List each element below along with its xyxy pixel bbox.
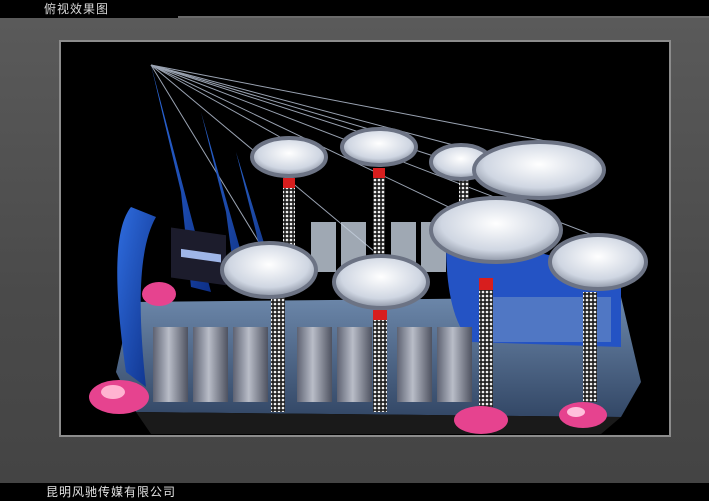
- bottom-border-strip: [222, 483, 709, 501]
- booth-render-viewport: [59, 40, 671, 437]
- front-panels: [153, 327, 472, 402]
- booth-render-image: [89, 64, 648, 434]
- top-border-strip: [160, 0, 709, 18]
- view-title: 俯视效果图: [0, 0, 178, 18]
- company-name: 昆明风驰传媒有限公司: [0, 483, 240, 501]
